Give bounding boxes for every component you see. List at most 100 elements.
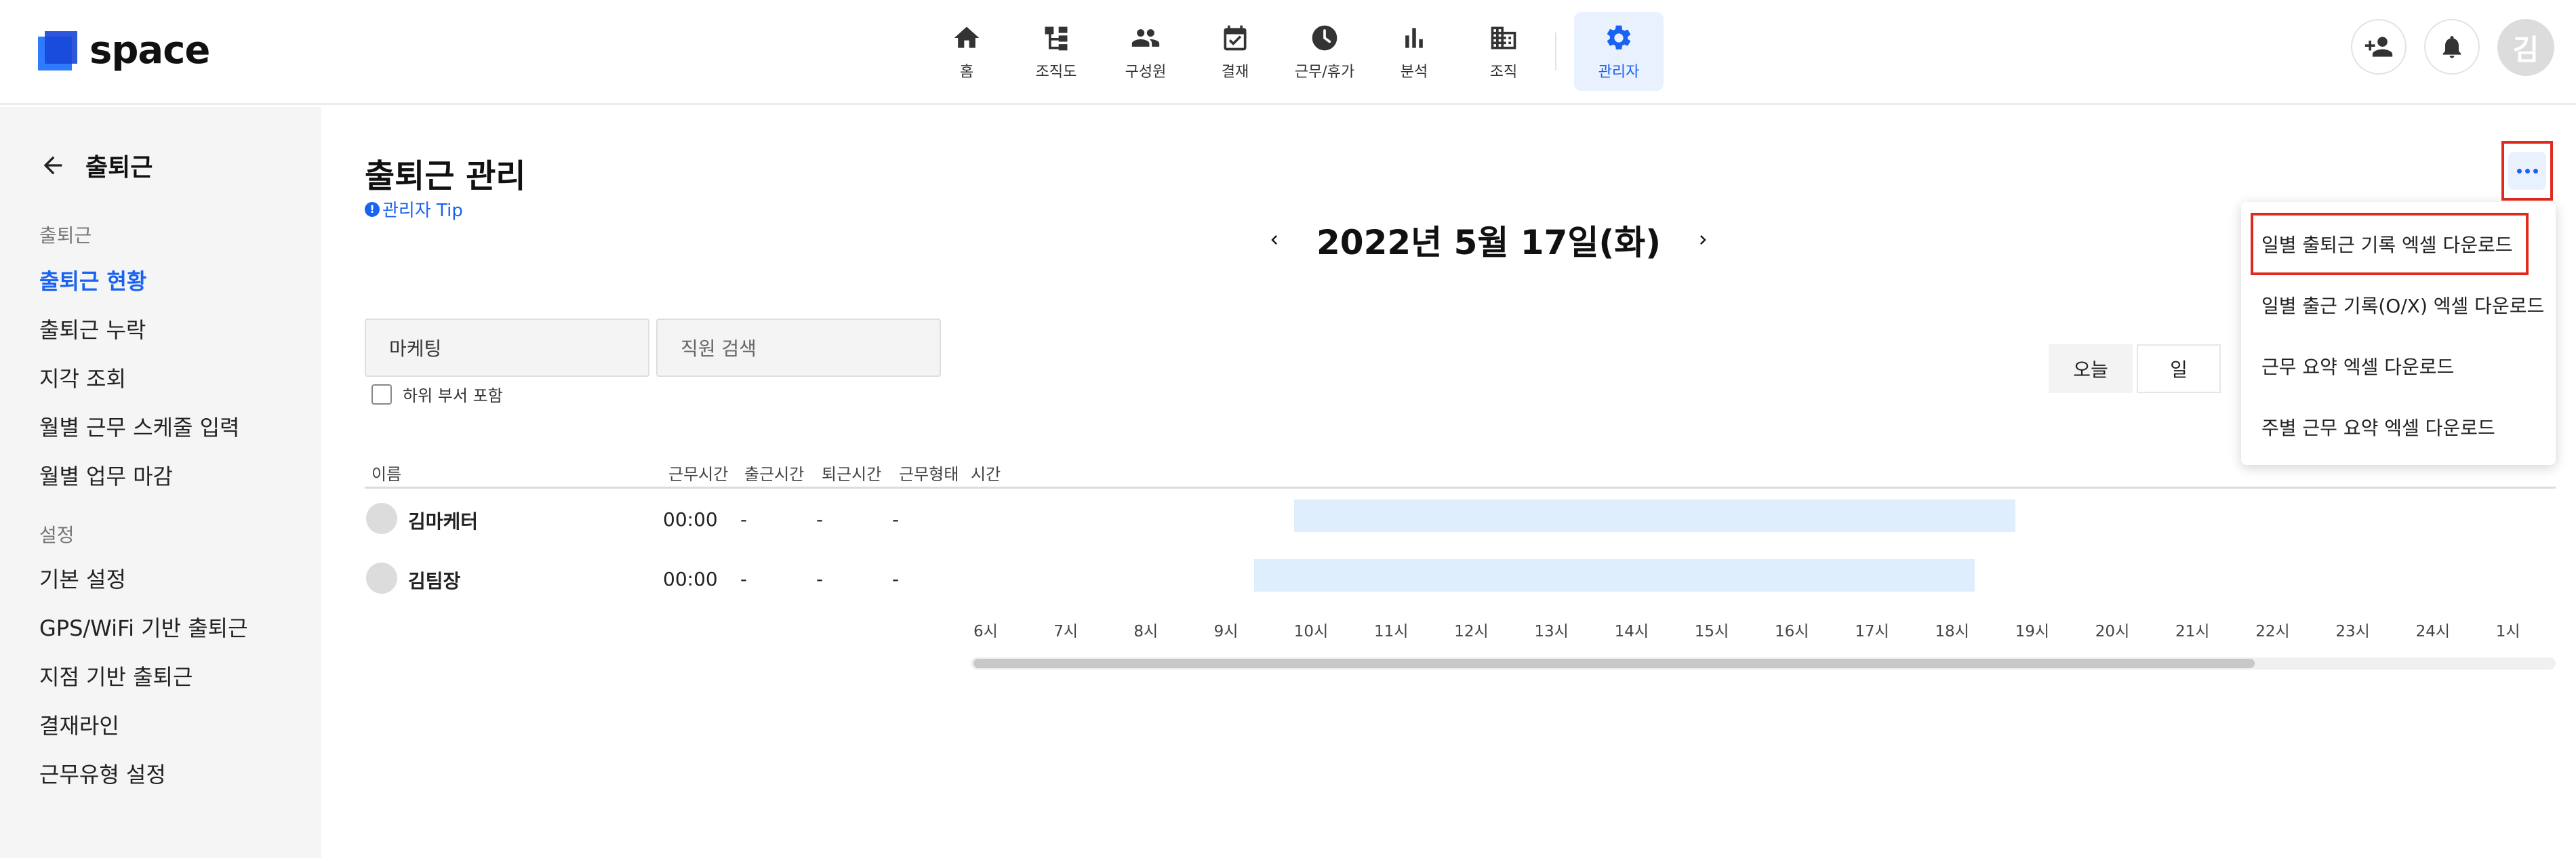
back-arrow-icon[interactable] — [39, 152, 66, 179]
nav-label: 결재 — [1221, 64, 1249, 81]
check-out-cell: - — [816, 568, 824, 590]
sidebar-title: 출퇴근 — [85, 154, 153, 182]
bar-chart-icon — [1398, 22, 1430, 54]
date-navigator: 2022년 5월 17일(화) — [1261, 216, 1716, 264]
include-sub-dept-checkbox[interactable]: 하위 부서 포함 — [371, 382, 503, 406]
nav-label: 근무/휴가 — [1294, 64, 1355, 81]
work-time-cell: 00:00 — [663, 568, 718, 590]
org-chart-icon — [1040, 22, 1072, 54]
bell-icon — [2442, 36, 2461, 58]
sidebar-item-missing[interactable]: 출퇴근 누락 — [39, 313, 146, 344]
nav-home[interactable]: 홈 — [922, 12, 1011, 91]
sidebar-item-basic-settings[interactable]: 기본 설정 — [39, 563, 126, 594]
home-icon — [950, 22, 983, 54]
avatar — [366, 503, 397, 534]
clock-icon — [1308, 22, 1341, 54]
nav-admin[interactable]: 관리자 — [1574, 12, 1664, 91]
nav-label: 분석 — [1400, 64, 1428, 81]
brand-logo[interactable]: space — [38, 28, 210, 73]
prev-date-button[interactable] — [1261, 226, 1288, 253]
employee-search-input[interactable]: 직원 검색 — [656, 319, 941, 377]
hour-label: 19시 — [2015, 623, 2050, 640]
add-member-button[interactable] — [2351, 19, 2407, 75]
nav-members[interactable]: 구성원 — [1101, 12, 1190, 91]
col-header-time: 시간 — [971, 465, 1001, 484]
nav-work-leave[interactable]: 근무/휴가 — [1280, 12, 1369, 91]
hour-label: 17시 — [1855, 623, 1889, 640]
main-nav: 홈 조직도 구성원 결재 근무/휴가 분석 조직 관리자 — [922, 12, 1664, 91]
hour-label: 12시 — [1454, 623, 1489, 640]
gear-icon — [1603, 22, 1635, 54]
avatar — [366, 563, 397, 594]
nav-organization[interactable]: 조직 — [1459, 12, 1548, 91]
menu-item-summary-excel[interactable]: 근무 요약 엑셀 다운로드 — [2261, 352, 2454, 380]
approval-icon — [1219, 22, 1251, 54]
schedule-bar — [1293, 499, 2015, 532]
table-header-divider — [365, 487, 2556, 489]
view-day-tab[interactable]: 일 — [2137, 344, 2221, 393]
more-options-menu: 일별 출퇴근 기록 엑셀 다운로드 일별 출근 기록(O/X) 엑셀 다운로드 … — [2241, 202, 2556, 465]
hour-label: 23시 — [2335, 623, 2370, 640]
col-header-work-type: 근무형태 — [899, 465, 959, 484]
sidebar-item-gps-wifi[interactable]: GPS/WiFi 기반 출퇴근 — [39, 611, 248, 642]
chevron-right-icon — [1700, 235, 1706, 245]
hour-label: 6시 — [973, 623, 998, 640]
sidebar-item-branch[interactable]: 지점 기반 출퇴근 — [39, 660, 193, 691]
sidebar-item-late[interactable]: 지각 조회 — [39, 362, 126, 393]
current-date: 2022년 5월 17일(화) — [1316, 223, 1662, 262]
nav-label: 조직도 — [1035, 64, 1077, 81]
sidebar-section-label: 설정 — [39, 524, 75, 546]
user-avatar[interactable]: 김 — [2497, 19, 2554, 76]
sidebar-item-work-type[interactable]: 근무유형 설정 — [39, 758, 166, 789]
sidebar: 출퇴근 출퇴근 출퇴근 현황 출퇴근 누락 지각 조회 월별 근무 스케줄 입력… — [0, 107, 321, 858]
sidebar-header: 출퇴근 — [39, 148, 153, 183]
sidebar-item-monthly-close[interactable]: 월별 업무 마감 — [39, 459, 173, 491]
chevron-left-icon — [1271, 235, 1277, 245]
today-button[interactable]: 오늘 — [2049, 344, 2133, 393]
col-header-check-out: 퇴근시간 — [822, 465, 882, 484]
sidebar-item-attendance-status[interactable]: 출퇴근 현황 — [39, 264, 146, 295]
nav-label: 홈 — [959, 64, 974, 81]
col-header-work-time: 근무시간 — [668, 465, 729, 484]
employee-name: 김마케터 — [408, 510, 479, 533]
check-in-cell: - — [740, 508, 748, 531]
checkbox-box — [371, 384, 392, 405]
building-icon — [1487, 22, 1520, 54]
hour-label: 15시 — [1694, 623, 1729, 640]
nav-label: 구성원 — [1125, 64, 1167, 81]
nav-analytics[interactable]: 분석 — [1369, 12, 1459, 91]
hour-label: 22시 — [2255, 623, 2290, 640]
more-horizontal-icon — [2508, 152, 2546, 190]
department-select[interactable]: 마케팅 — [365, 319, 649, 377]
info-icon: ! — [365, 201, 380, 217]
hour-label: 8시 — [1133, 623, 1159, 640]
more-options-button[interactable] — [2501, 141, 2553, 201]
next-date-button[interactable] — [1689, 226, 1716, 253]
admin-tip-link[interactable]: ! 관리자 Tip — [365, 197, 463, 222]
admin-tip-label: 관리자 Tip — [382, 201, 463, 221]
include-sub-dept-label: 하위 부서 포함 — [403, 386, 503, 405]
people-icon — [1129, 22, 1162, 54]
check-in-cell: - — [740, 568, 748, 590]
col-header-check-in: 출근시간 — [744, 465, 805, 484]
top-header: space 홈 조직도 구성원 결재 근무/휴가 분석 조직 관리자 김 — [0, 0, 2576, 105]
work-time-cell: 00:00 — [663, 508, 718, 531]
logo-mark-icon — [38, 30, 77, 70]
notifications-button[interactable] — [2424, 19, 2480, 75]
header-actions: 김 — [2351, 19, 2554, 76]
menu-item-weekly-summary-excel[interactable]: 주별 근무 요약 엑셀 다운로드 — [2261, 413, 2495, 441]
sidebar-item-monthly-schedule[interactable]: 월별 근무 스케줄 입력 — [39, 411, 239, 442]
work-type-cell: - — [892, 508, 900, 531]
timeline-scroll-thumb[interactable] — [973, 659, 2255, 668]
sidebar-item-approval-line[interactable]: 결재라인 — [39, 709, 119, 740]
nav-label: 조직 — [1489, 64, 1518, 81]
employee-name: 김팀장 — [408, 570, 461, 592]
nav-org-chart[interactable]: 조직도 — [1011, 12, 1101, 91]
menu-item-daily-excel[interactable]: 일별 출퇴근 기록 엑셀 다운로드 — [2261, 230, 2512, 258]
sidebar-section-label: 출퇴근 — [39, 224, 92, 247]
menu-item-daily-ox-excel[interactable]: 일별 출근 기록(O/X) 엑셀 다운로드 — [2261, 291, 2544, 319]
nav-approval[interactable]: 결재 — [1190, 12, 1280, 91]
hour-label: 10시 — [1293, 623, 1329, 640]
schedule-bar — [1253, 559, 1975, 592]
hour-label: 11시 — [1374, 623, 1409, 640]
